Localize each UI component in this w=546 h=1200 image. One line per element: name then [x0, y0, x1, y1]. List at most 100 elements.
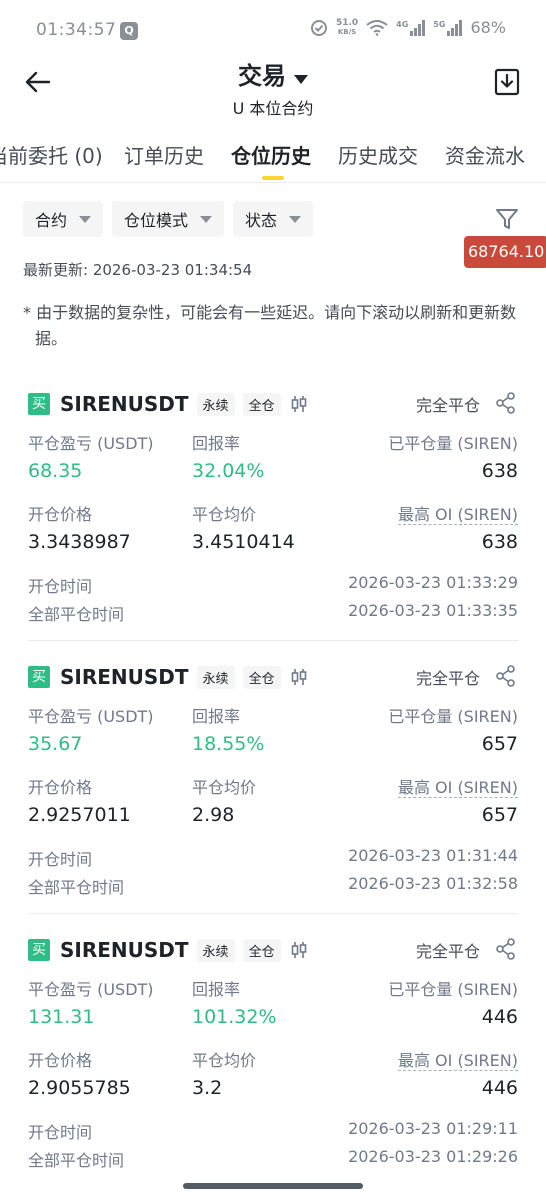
roi-label: 回报率: [192, 434, 241, 453]
open-time-label: 开仓时间: [28, 1123, 93, 1142]
closed-qty-label: 已平仓量 (SIREN): [388, 980, 518, 999]
close-time-label: 全部平仓时间: [28, 605, 125, 624]
filter-position-mode[interactable]: 仓位模式: [112, 201, 225, 237]
open-price-value: 3.3438987: [28, 531, 131, 553]
pnl-value: 131.31: [28, 1006, 95, 1028]
max-oi-tooltip-trigger[interactable]: 最高 OI (SIREN): [397, 774, 518, 798]
share-icon[interactable]: [496, 938, 516, 960]
close-time-value: 2026-03-23 01:29:26: [348, 1147, 518, 1166]
roi-value: 101.32%: [192, 1006, 277, 1028]
signal-4g-icon: 4G: [396, 19, 426, 36]
network-type-1: 4G: [396, 19, 409, 29]
max-oi-value: 446: [481, 1077, 518, 1099]
tag-cross-margin: 全仓: [242, 938, 281, 962]
filter-bar: 合约 仓位模式 状态: [23, 201, 314, 237]
max-oi-tooltip-trigger[interactable]: 最高 OI (SIREN): [397, 501, 518, 525]
delay-notice: * 由于数据的复杂性，可能会有一些延迟。请向下滚动以刷新和更新数据。: [23, 300, 523, 352]
symbol: SIRENUSDT: [60, 938, 189, 962]
title-selector[interactable]: 交易 U 本位合约: [0, 56, 546, 119]
pnl-field: 平仓盈亏 (USDT) 68.35: [28, 430, 154, 482]
symbol: SIRENUSDT: [60, 665, 189, 689]
tab-trade-history[interactable]: 历史成交: [338, 140, 418, 169]
close-time-value: 2026-03-23 01:32:58: [348, 874, 518, 893]
avg-close-field: 平仓均价 3.2: [192, 1047, 256, 1099]
position-card[interactable]: 买 SIRENUSDT 永续 全仓 完全平仓 平仓盈亏 (USDT) 35.67…: [28, 661, 518, 914]
close-time-label: 全部平仓时间: [28, 878, 125, 897]
signal-5g-icon: 5G: [433, 19, 463, 36]
funnel-filter-icon[interactable]: [494, 206, 520, 232]
side-badge: 买: [28, 393, 50, 415]
open-time-row: 开仓时间 2026-03-23 01:29:11: [28, 1119, 518, 1143]
avg-close-value: 3.4510414: [192, 531, 295, 553]
close-time-row: 全部平仓时间 2026-03-23 01:33:35: [28, 601, 518, 625]
caret-down-icon: [294, 75, 308, 84]
battery-level: 68%: [470, 18, 506, 37]
max-oi-label: 最高 OI (SIREN): [397, 505, 518, 525]
home-indicator[interactable]: [183, 1183, 363, 1189]
close-time-row: 全部平仓时间 2026-03-23 01:29:26: [28, 1147, 518, 1171]
card-header: 买 SIRENUSDT 永续 全仓 完全平仓: [28, 388, 518, 420]
closed-qty-field: 已平仓量 (SIREN) 446: [388, 976, 518, 1028]
close-type: 完全平仓: [415, 669, 480, 688]
max-oi-label: 最高 OI (SIREN): [397, 778, 518, 798]
tab-funding-flow[interactable]: 资金流水: [445, 140, 525, 169]
pnl-label: 平仓盈亏 (USDT): [28, 434, 154, 453]
close-time-value: 2026-03-23 01:33:35: [348, 601, 518, 620]
side-badge: 买: [28, 939, 50, 961]
open-time-row: 开仓时间 2026-03-23 01:31:44: [28, 846, 518, 870]
open-time-label: 开仓时间: [28, 577, 93, 596]
tab-bar: 当前委托 (0) 订单历史 仓位历史 历史成交 资金流水: [0, 130, 546, 183]
closed-qty-field: 已平仓量 (SIREN) 638: [388, 430, 518, 482]
close-time-row: 全部平仓时间 2026-03-23 01:32:58: [28, 874, 518, 898]
status-time: 01:34:57: [36, 20, 117, 40]
active-tab-indicator: [262, 176, 284, 180]
roi-label: 回报率: [192, 980, 241, 999]
avg-close-label: 平仓均价: [192, 778, 257, 797]
tab-order-history[interactable]: 订单历史: [124, 140, 204, 169]
closed-qty-field: 已平仓量 (SIREN) 657: [388, 703, 518, 755]
avg-close-label: 平仓均价: [192, 505, 257, 524]
open-time-value: 2026-03-23 01:31:44: [348, 846, 518, 865]
open-price-label: 开仓价格: [28, 778, 93, 797]
roi-field: 回报率 32.04%: [192, 430, 264, 482]
filter-position-mode-label: 仓位模式: [124, 211, 189, 230]
status-right-icons: 51.0 KB/S 4G 5G 68%: [310, 18, 506, 37]
network-speed: 51.0 KB/S: [336, 18, 358, 37]
open-price-field: 开仓价格 3.3438987: [28, 501, 131, 553]
candlestick-chart-icon[interactable]: [289, 940, 309, 960]
filter-status-label: 状态: [245, 211, 278, 230]
card-header: 买 SIRENUSDT 永续 全仓 完全平仓: [28, 661, 518, 693]
open-price-label: 开仓价格: [28, 1051, 93, 1070]
open-time-row: 开仓时间 2026-03-23 01:33:29: [28, 573, 518, 597]
candlestick-chart-icon[interactable]: [289, 394, 309, 414]
pnl-value: 68.35: [28, 460, 83, 482]
avg-close-value: 2.98: [192, 804, 235, 826]
tab-open-orders[interactable]: 当前委托 (0): [0, 140, 103, 169]
roi-value: 18.55%: [192, 733, 265, 755]
max-oi-tooltip-trigger[interactable]: 最高 OI (SIREN): [397, 1047, 518, 1071]
share-icon[interactable]: [496, 665, 516, 687]
tag-perpetual: 永续: [196, 665, 235, 689]
open-time-value: 2026-03-23 01:29:11: [348, 1119, 518, 1138]
closed-qty-value: 638: [481, 460, 518, 482]
position-card[interactable]: 买 SIRENUSDT 永续 全仓 完全平仓 平仓盈亏 (USDT) 68.35…: [28, 388, 518, 641]
delay-notice-text: * 由于数据的复杂性，可能会有一些延迟。请向下滚动以刷新和更新数据。: [23, 303, 517, 348]
candlestick-chart-icon[interactable]: [289, 667, 309, 687]
share-icon[interactable]: [496, 392, 516, 414]
header: 交易 U 本位合约: [0, 52, 546, 120]
tab-position-history[interactable]: 仓位历史: [231, 140, 311, 169]
filter-status[interactable]: 状态: [233, 201, 314, 237]
tag-perpetual: 永续: [196, 938, 235, 962]
open-time-label: 开仓时间: [28, 850, 93, 869]
filter-contract[interactable]: 合约: [23, 201, 104, 237]
roi-label: 回报率: [192, 707, 241, 726]
floating-price-badge[interactable]: 68764.10: [464, 236, 546, 268]
side-badge: 买: [28, 666, 50, 688]
max-oi-field: 最高 OI (SIREN) 638: [397, 501, 518, 553]
position-card[interactable]: 买 SIRENUSDT 永续 全仓 完全平仓 平仓盈亏 (USDT) 131.3…: [28, 934, 518, 1186]
avg-close-field: 平仓均价 2.98: [192, 774, 256, 826]
filter-contract-label: 合约: [35, 211, 68, 230]
network-speed-unit: KB/S: [337, 27, 357, 36]
max-oi-field: 最高 OI (SIREN) 446: [397, 1047, 518, 1099]
download-icon[interactable]: [494, 68, 520, 96]
